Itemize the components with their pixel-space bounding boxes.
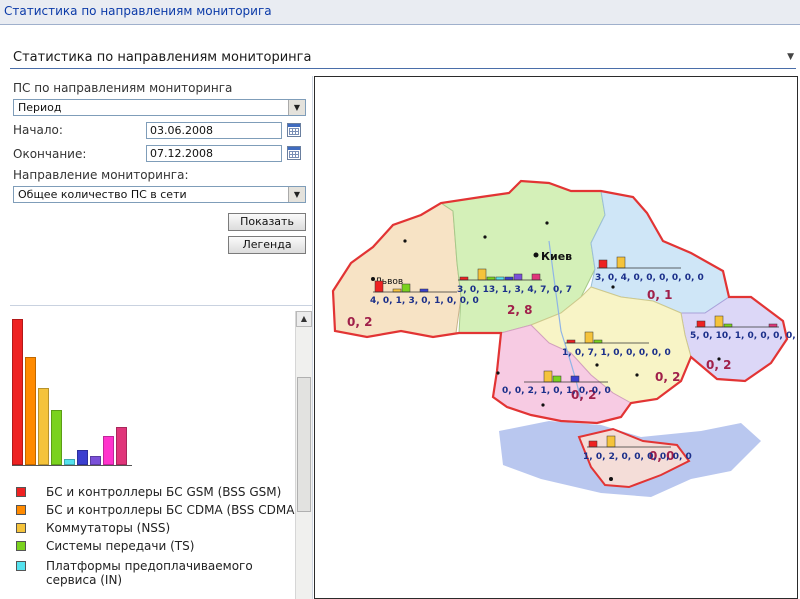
map-bar	[606, 435, 616, 448]
map-bar	[616, 256, 626, 269]
city-dot	[533, 252, 539, 258]
direction-label: Направление мониторинга:	[13, 168, 189, 182]
chevron-down-icon[interactable]: ▼	[288, 100, 305, 115]
map-bar	[486, 276, 496, 281]
legend-chart-bar	[25, 357, 36, 465]
map-bar	[566, 339, 576, 344]
map-bar	[696, 320, 706, 328]
map-panel: Киев Львов 0, 2 2, 8 0, 1 0, 2 0, 2 0, 2…	[314, 76, 798, 599]
region-total-center-south: 0, 2	[655, 370, 680, 384]
bar-values-kharkiv: 3, 0, 4, 0, 0, 0, 0, 0, 0	[595, 273, 704, 283]
region-total-east: 0, 2	[706, 358, 731, 372]
map-bar	[459, 276, 469, 281]
bar-values-lviv: 4, 0, 1, 3, 0, 1, 0, 0, 0	[370, 296, 479, 306]
city-dot	[595, 363, 599, 367]
ukraine-map: Киев Львов 0, 2 2, 8 0, 1 0, 2 0, 2 0, 2…	[331, 179, 798, 497]
map-bar	[477, 268, 487, 281]
map-bar	[504, 276, 514, 281]
city-dot	[496, 371, 500, 375]
legend-swatch	[16, 505, 26, 515]
map-bar	[513, 273, 523, 281]
legend-bar-chart	[12, 317, 132, 466]
scroll-up-icon[interactable]: ▲	[296, 311, 312, 327]
legend-button[interactable]: Легенда	[228, 236, 306, 254]
bar-values-crimea: 1, 0, 2, 0, 0, 0, 0, 0, 0	[583, 452, 692, 462]
map-bar	[419, 288, 429, 293]
legend-label: Платформы предоплачиваемого сервиса (IN)	[46, 559, 253, 587]
city-dot	[545, 221, 549, 225]
calendar-icon[interactable]	[287, 123, 301, 137]
city-dot	[609, 477, 613, 481]
bar-values-odesa: 0, 0, 2, 1, 0, 1, 0, 0, 0	[502, 386, 611, 396]
map-bar	[401, 283, 411, 293]
end-date-input[interactable]: 07.12.2008	[146, 145, 282, 162]
map-bar	[531, 273, 541, 281]
start-label: Начало:	[13, 123, 63, 137]
legend-chart-bar	[38, 388, 49, 465]
legend-swatch	[16, 523, 26, 533]
map-bar	[543, 370, 553, 383]
map-bar	[374, 280, 384, 293]
map-bar	[714, 315, 724, 328]
city-dot	[541, 403, 545, 407]
map-bar	[598, 259, 608, 269]
app-title: Статистика по направлениям мониторига	[4, 4, 272, 18]
legend-swatch	[16, 561, 26, 571]
legend-swatch	[16, 541, 26, 551]
calendar-icon[interactable]	[287, 146, 301, 160]
city-dot	[483, 235, 487, 239]
section-divider	[10, 305, 312, 306]
legend-chart-bar	[116, 427, 127, 465]
legend-chart-bar	[64, 459, 75, 465]
direction-select[interactable]: Общее количество ПС в сети ▼	[13, 186, 306, 203]
map-bar	[723, 323, 733, 328]
panel-divider	[312, 76, 313, 599]
legend-chart-bar	[90, 456, 101, 465]
map-bar	[593, 339, 603, 344]
legend-label: Коммутаторы (NSS)	[46, 521, 171, 535]
city-dot	[635, 373, 639, 377]
legend-chart-bar	[103, 436, 114, 465]
scrollbar-thumb[interactable]	[297, 377, 311, 512]
panel-title: Статистика по направлениям мониторинга	[13, 50, 312, 65]
map-bar	[768, 323, 778, 328]
city-label-kiev: Киев	[541, 250, 572, 263]
legend-chart-bar	[12, 319, 23, 465]
legend-label: Системы передачи (TS)	[46, 539, 195, 553]
start-date-input[interactable]: 03.06.2008	[146, 122, 282, 139]
region-total-west: 0, 2	[347, 315, 372, 329]
map-bar	[392, 288, 402, 293]
region-total-center: 2, 8	[507, 303, 532, 317]
end-label: Окончание:	[13, 147, 87, 161]
top-bar: Статистика по направлениям мониторига	[0, 0, 800, 25]
show-button[interactable]: Показать	[228, 213, 306, 231]
filter-group-label: ПС по направлениям мониторинга	[13, 81, 233, 95]
legend-scrollbar[interactable]: ▲	[295, 311, 313, 599]
legend-chart-bar	[77, 450, 88, 465]
panel-menu-arrow-icon[interactable]: ▼	[787, 52, 794, 62]
chevron-down-icon[interactable]: ▼	[288, 187, 305, 202]
map-bar	[584, 331, 594, 344]
map-bar	[495, 276, 505, 281]
legend-swatch	[16, 487, 26, 497]
legend-chart-bar	[51, 410, 62, 465]
legend-label: БС и контроллеры БС CDMA (BSS CDMA)	[46, 503, 295, 517]
map-bar	[570, 375, 580, 383]
map-bar	[552, 375, 562, 383]
legend-label: БС и контроллеры БС GSM (BSS GSM)	[46, 485, 282, 499]
period-select[interactable]: Период ▼	[13, 99, 306, 116]
city-dot	[611, 285, 615, 289]
bar-values-dnipro: 1, 0, 7, 1, 0, 0, 0, 0, 0	[562, 348, 671, 358]
panel-header: Статистика по направлениям мониторинга ▼	[10, 48, 796, 69]
map-bar	[588, 440, 598, 448]
legend-panel: БС и контроллеры БС GSM (BSS GSM) БС и ко…	[10, 311, 295, 599]
bar-values-kiev: 3, 0, 13, 1, 3, 4, 7, 0, 7	[457, 285, 572, 295]
bar-values-donetsk: 5, 0, 10, 1, 0, 0, 0, 0, 1	[690, 331, 798, 341]
region-total-north-east: 0, 1	[647, 288, 672, 302]
city-dot	[403, 239, 407, 243]
